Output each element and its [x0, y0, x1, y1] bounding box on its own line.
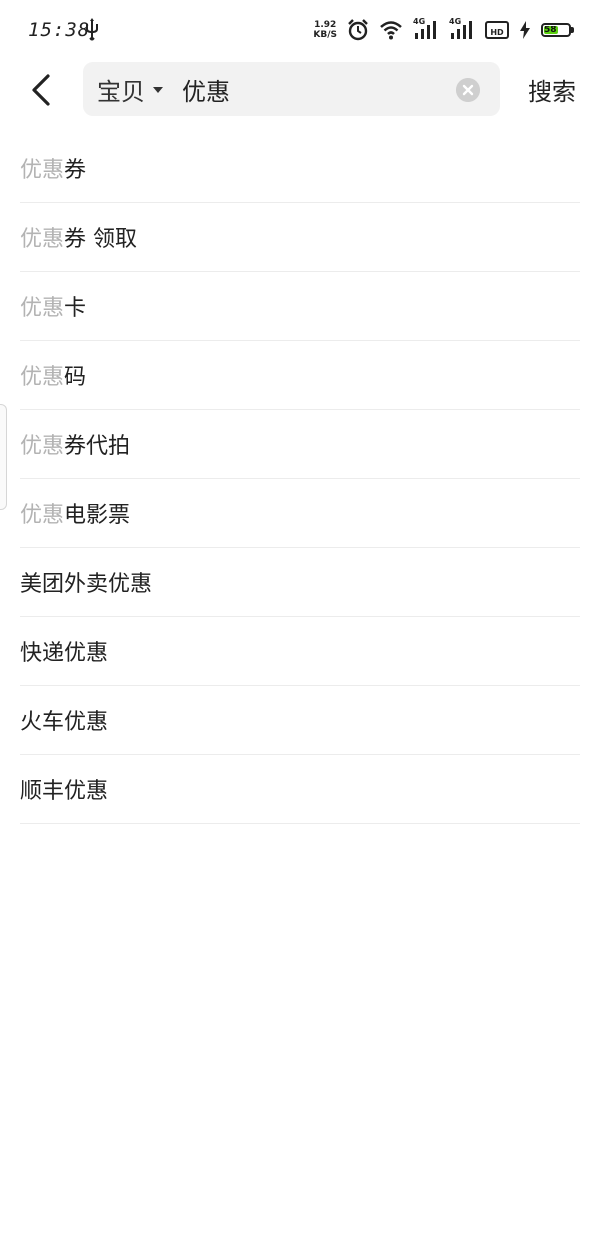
battery-body: 58	[541, 23, 571, 37]
suggestion-text: 电影票	[64, 503, 131, 528]
network-speed-unit: KB/S	[313, 30, 337, 40]
suggestion-highlight: 优惠	[20, 158, 65, 183]
suggestion-item[interactable]: 优惠卡	[20, 272, 580, 341]
charging-icon	[520, 21, 530, 39]
suggestion-text: 快递优惠	[20, 641, 109, 666]
suggestion-text: 卡	[64, 296, 87, 321]
suggestion-text: 火车优惠	[20, 710, 109, 735]
suggestion-highlight: 优惠	[20, 503, 65, 528]
suggestion-highlight: 优惠	[20, 296, 65, 321]
suggestion-highlight: 优惠	[20, 434, 65, 459]
suggestion-text: 券代拍	[64, 434, 131, 459]
suggestion-list: 优惠券 优惠券 领取 优惠卡 优惠码 优惠 券代拍 优惠 电影票 美团外卖优惠 快递…	[20, 134, 580, 824]
suggestion-item[interactable]: 优惠券 领取	[20, 203, 580, 272]
status-time: 15:38	[28, 19, 91, 41]
wifi-icon	[380, 21, 402, 40]
suggestion-item[interactable]: 顺丰优惠	[20, 755, 580, 824]
usb-icon	[86, 18, 98, 41]
search-input[interactable]	[182, 62, 442, 116]
search-header: 宝贝 搜索	[0, 62, 600, 118]
suggestion-highlight: 优惠	[20, 365, 65, 390]
hd-label: HD	[490, 28, 504, 37]
suggestion-item[interactable]: 火车优惠	[20, 686, 580, 755]
search-scope-label: 宝贝	[97, 77, 145, 106]
search-button[interactable]: 搜索	[528, 72, 576, 107]
search-scope-dropdown[interactable]: 宝贝	[97, 62, 163, 116]
battery-icon: 58	[541, 23, 574, 37]
suggestion-highlight: 优惠	[20, 227, 65, 252]
signal-bars-icon	[415, 21, 436, 39]
suggestion-text: 美团外卖优惠	[20, 572, 153, 597]
clear-icon[interactable]	[456, 78, 480, 102]
suggestion-item[interactable]: 快递优惠	[20, 617, 580, 686]
suggestion-item[interactable]: 优惠券	[20, 134, 580, 203]
suggestion-text: 券 领取	[64, 227, 138, 252]
signal-bars-icon	[451, 21, 472, 39]
alarm-icon	[348, 19, 368, 41]
signal-2: 4G	[449, 17, 475, 41]
suggestion-item[interactable]: 优惠 电影票	[20, 479, 580, 548]
caret-down-icon	[153, 87, 163, 93]
network-speed-value: 1.92	[314, 20, 337, 30]
suggestion-text: 码	[64, 365, 87, 390]
status-icons: 1.92 KB/S 4G 4G HD 58	[313, 16, 574, 44]
suggestion-item[interactable]: 美团外卖优惠	[20, 548, 580, 617]
suggestion-item[interactable]: 优惠码	[20, 341, 580, 410]
edge-drag-handle[interactable]	[0, 404, 7, 510]
suggestion-item[interactable]: 优惠 券代拍	[20, 410, 580, 479]
network-speed: 1.92 KB/S	[313, 20, 337, 40]
search-box: 宝贝	[83, 62, 500, 116]
battery-level: 58	[544, 26, 558, 34]
suggestion-text: 券	[64, 158, 87, 183]
back-icon[interactable]	[20, 68, 64, 112]
suggestion-text: 顺丰优惠	[20, 779, 109, 804]
hd-voice-icon: HD	[485, 21, 509, 39]
status-bar: 15:38 1.92 KB/S 4G 4G HD 58	[0, 0, 600, 60]
signal-1: 4G	[413, 17, 439, 41]
battery-tip	[571, 27, 574, 33]
